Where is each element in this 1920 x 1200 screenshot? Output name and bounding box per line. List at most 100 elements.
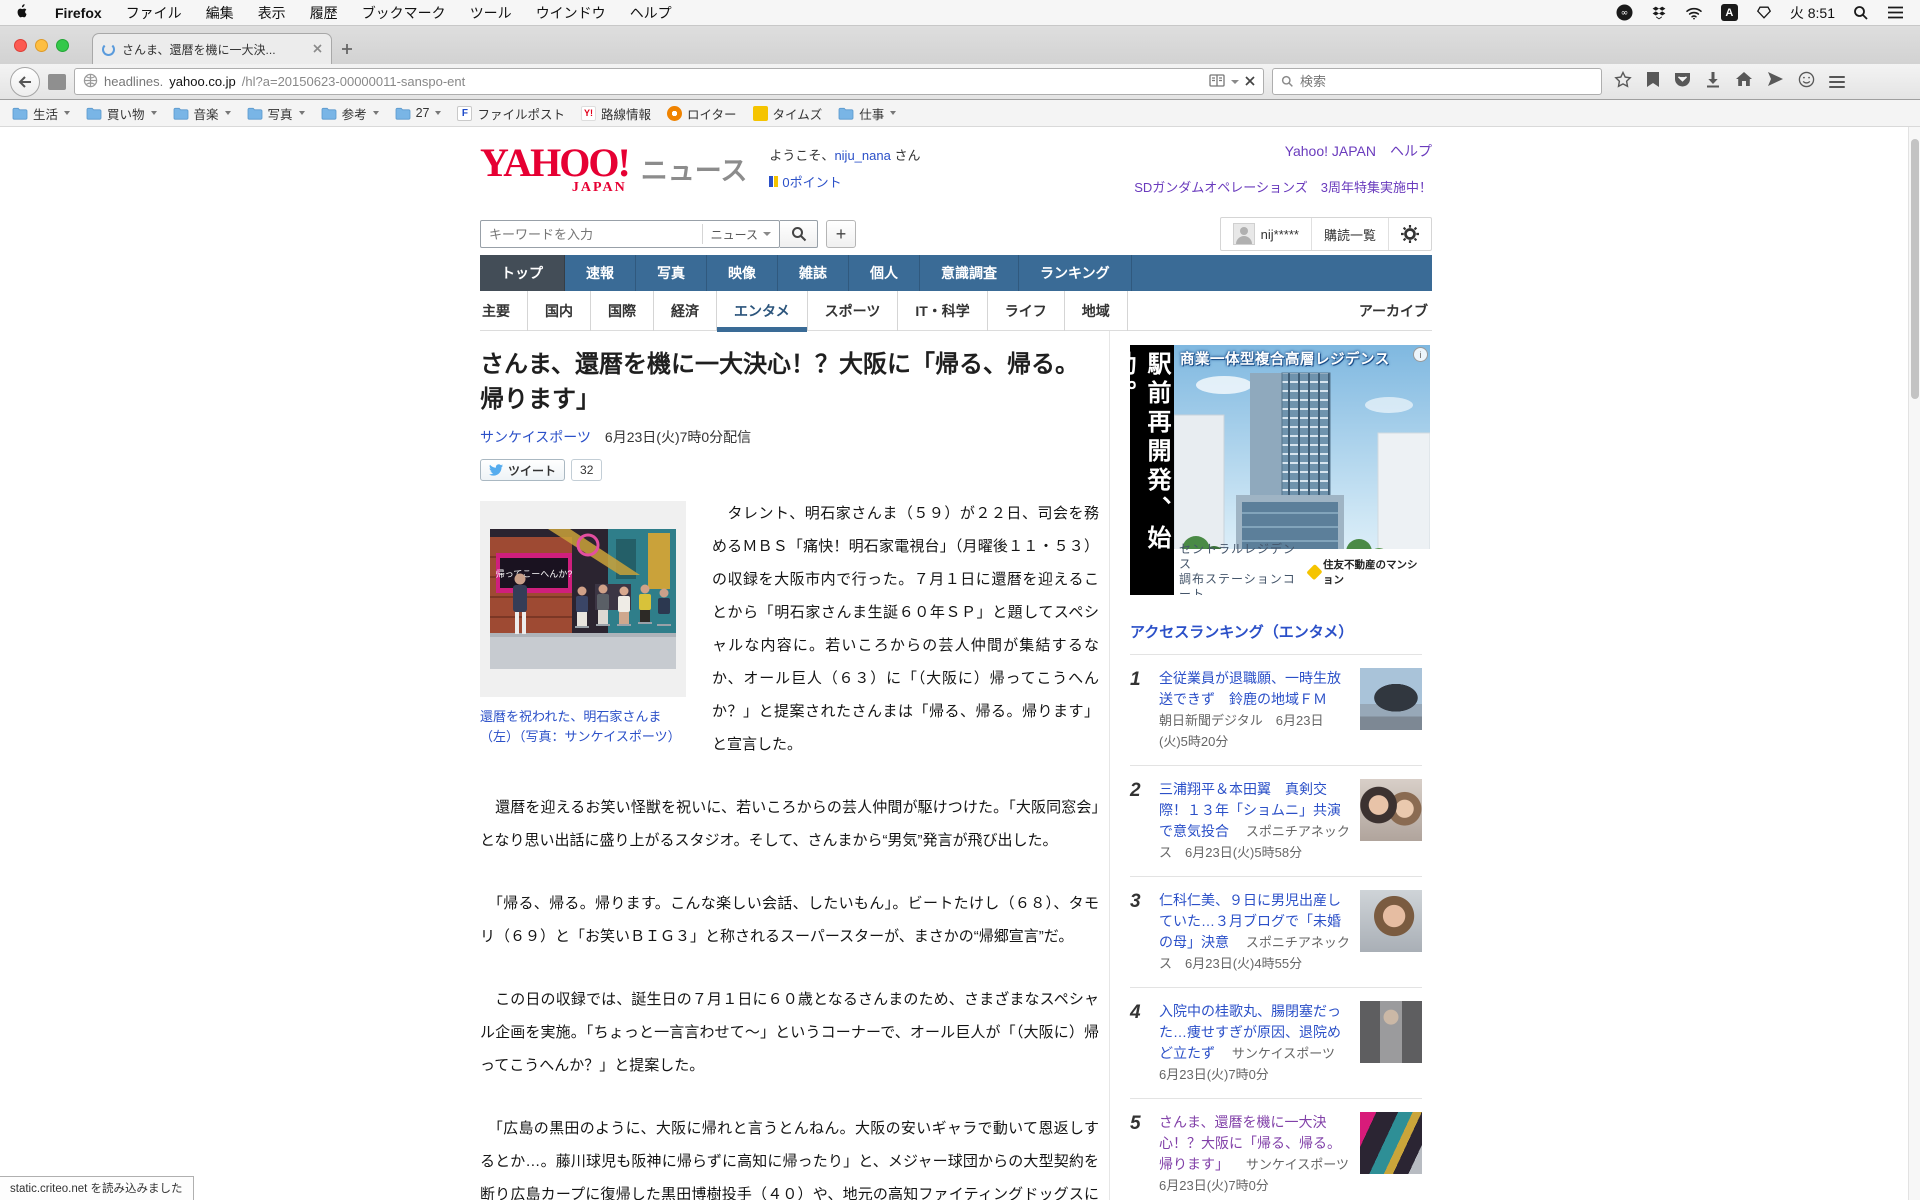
category-it-science[interactable]: IT・科学	[898, 291, 987, 331]
home-icon[interactable]	[1735, 71, 1753, 92]
menu-item-tools[interactable]: ツール	[470, 3, 512, 23]
menu-item-history[interactable]: 履歴	[310, 3, 338, 23]
tab-groups-button[interactable]	[48, 74, 66, 90]
pocket-icon[interactable]	[1674, 71, 1691, 93]
tab-personal[interactable]: 個人	[849, 255, 920, 291]
menu-item-bookmarks[interactable]: ブックマーク	[362, 3, 446, 23]
bookmark-folder-life[interactable]: 生活	[12, 104, 70, 123]
bookmark-folder-shopping[interactable]: 買い物	[86, 104, 157, 123]
display-ad[interactable]: 駅前再開発、始動。	[1130, 345, 1430, 595]
yahoo-search-box[interactable]: ニュース	[480, 220, 780, 248]
service-name-news[interactable]: ニュース	[641, 149, 748, 188]
share-icon[interactable]	[1767, 71, 1784, 92]
bookmark-transit[interactable]: Y! 路線情報	[581, 104, 651, 123]
reader-dropdown-icon[interactable]	[1231, 80, 1239, 84]
subscriptions-link[interactable]: 購読一覧	[1312, 218, 1389, 250]
category-local[interactable]: 地域	[1065, 291, 1128, 331]
back-button[interactable]	[10, 67, 40, 97]
apple-menu-icon[interactable]	[16, 3, 31, 23]
article-source-link[interactable]: サンケイスポーツ	[480, 429, 591, 445]
ranking-thumbnail[interactable]	[1360, 779, 1422, 841]
points-link[interactable]: 0ポイント	[769, 172, 920, 191]
menu-item-edit[interactable]: 編集	[206, 3, 234, 23]
browser-tab[interactable]: さんま、還暦を機に一大決...	[92, 33, 332, 64]
menu-hamburger-icon[interactable]	[1829, 76, 1845, 88]
menu-item-file[interactable]: ファイル	[126, 3, 182, 23]
spotlight-search-icon[interactable]	[1853, 5, 1869, 21]
ranking-thumbnail[interactable]	[1360, 668, 1422, 730]
stop-loading-icon[interactable]	[1245, 74, 1255, 89]
downloads-icon[interactable]	[1705, 71, 1721, 93]
yahoo-japan-logo[interactable]: YAHOO! JAPAN	[480, 143, 629, 183]
ranking-thumbnail[interactable]	[1360, 890, 1422, 952]
tweet-button[interactable]: ツイート	[480, 459, 565, 481]
article-photo[interactable]: 帰ってこーへんか?	[480, 501, 686, 697]
bookmark-folder-music[interactable]: 音楽	[173, 104, 231, 123]
category-world[interactable]: 国際	[591, 291, 654, 331]
photo-caption[interactable]: 還暦を祝われた、明石家さんま（左）（写真：サンケイスポーツ）	[480, 707, 686, 747]
tab-ranking[interactable]: ランキング	[1019, 255, 1132, 291]
bookmarks-bar: 生活 買い物 音楽 写真 参考 27 F ファイルポスト Y! 路線情報	[0, 100, 1920, 127]
username-link[interactable]: niju_nana	[834, 148, 890, 163]
bookmark-star-icon[interactable]	[1614, 71, 1632, 93]
search-category-dropdown[interactable]: ニュース	[702, 224, 779, 244]
ranking-thumbnail[interactable]	[1360, 1112, 1422, 1174]
input-source-icon[interactable]: A	[1721, 4, 1738, 21]
archive-link[interactable]: アーカイブ	[1359, 301, 1432, 321]
account-user[interactable]: nij*****	[1221, 218, 1312, 250]
dropbox-icon[interactable]	[1651, 5, 1667, 21]
wifi-icon[interactable]	[1685, 6, 1703, 20]
ranking-link[interactable]: 全従業員が退職願、一時生放送できず 鈴鹿の地域ＦＭ	[1159, 670, 1341, 707]
zoom-window-button[interactable]	[56, 39, 69, 52]
bookmark-times[interactable]: タイムズ	[753, 104, 823, 123]
page-scrollbar[interactable]	[1908, 127, 1920, 1200]
settings-gear-icon[interactable]	[1389, 218, 1431, 250]
tab-close-icon[interactable]	[313, 42, 322, 56]
menu-item-help[interactable]: ヘルプ	[630, 3, 672, 23]
browser-search-field[interactable]	[1272, 68, 1602, 95]
bookmark-reuters[interactable]: ロイター	[667, 104, 737, 123]
feedback-smiley-icon[interactable]	[1798, 71, 1815, 93]
browser-search-input[interactable]	[1300, 74, 1593, 89]
ranking-thumbnail[interactable]	[1360, 1001, 1422, 1063]
tab-photo[interactable]: 写真	[636, 255, 707, 291]
close-window-button[interactable]	[14, 39, 27, 52]
tab-top[interactable]: トップ	[480, 255, 565, 291]
ad-info-icon[interactable]: i	[1413, 347, 1428, 362]
menu-bar-clock[interactable]: 火 8:51	[1790, 3, 1835, 23]
url-bar[interactable]: headlines.yahoo.co.jp/hl?a=20150623-0000…	[74, 68, 1264, 95]
bookmark-folder-27[interactable]: 27	[395, 106, 442, 120]
tab-poll[interactable]: 意識調査	[920, 255, 1019, 291]
minimize-window-button[interactable]	[35, 39, 48, 52]
yahoo-search-input[interactable]	[489, 227, 702, 242]
bookmark-filepost[interactable]: F ファイルポスト	[457, 104, 565, 123]
promo-link[interactable]: SDガンダムオペレーションズ 3周年特集実施中！	[1134, 177, 1432, 196]
category-major[interactable]: 主要	[480, 291, 528, 331]
category-economy[interactable]: 経済	[654, 291, 717, 331]
notification-center-icon[interactable]	[1887, 6, 1904, 19]
reader-mode-icon[interactable]	[1209, 74, 1225, 90]
diamond-icon[interactable]	[1756, 5, 1772, 20]
scrollbar-thumb[interactable]	[1911, 139, 1919, 399]
menu-item-firefox[interactable]: Firefox	[55, 5, 102, 21]
tab-magazine[interactable]: 雑誌	[778, 255, 849, 291]
site-identity-globe-icon[interactable]	[83, 73, 98, 91]
menu-item-window[interactable]: ウインドウ	[536, 3, 606, 23]
category-domestic[interactable]: 国内	[528, 291, 591, 331]
category-sports[interactable]: スポーツ	[808, 291, 899, 331]
menu-item-view[interactable]: 表示	[258, 3, 286, 23]
ranking-title[interactable]: アクセスランキング（エンタメ）	[1130, 621, 1422, 642]
bookmark-folder-photo[interactable]: 写真	[247, 104, 305, 123]
yahoo-help-links[interactable]: Yahoo! JAPAN ヘルプ	[1134, 141, 1432, 161]
bookmark-folder-reference[interactable]: 参考	[321, 104, 379, 123]
creative-cloud-icon[interactable]: ∞	[1616, 4, 1633, 21]
tab-flash[interactable]: 速報	[565, 255, 636, 291]
yahoo-search-button[interactable]	[780, 220, 818, 248]
new-tab-button[interactable]	[332, 34, 362, 64]
category-entertainment[interactable]: エンタメ	[717, 291, 808, 331]
bookmarks-menu-icon[interactable]	[1646, 71, 1660, 93]
tab-video[interactable]: 映像	[707, 255, 778, 291]
bookmark-folder-work[interactable]: 仕事	[838, 104, 896, 123]
category-life[interactable]: ライフ	[988, 291, 1065, 331]
add-search-button[interactable]: +	[826, 220, 856, 248]
